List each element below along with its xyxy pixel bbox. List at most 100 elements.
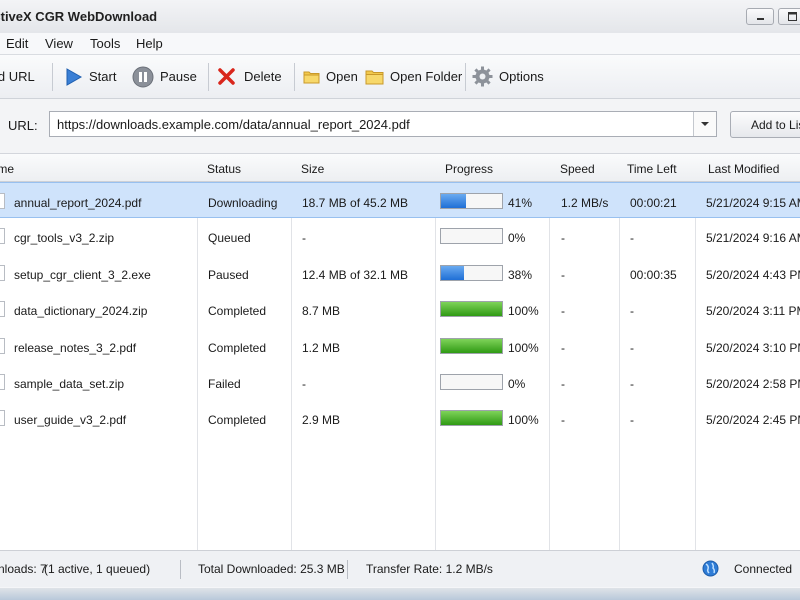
cell-size: 18.7 MB of 45.2 MB	[302, 196, 409, 210]
table-header: Name Status Size Progress Speed Time Lef…	[0, 154, 800, 182]
header-name[interactable]: Name	[0, 162, 14, 176]
header-size[interactable]: Size	[301, 162, 324, 176]
pause-button[interactable]: Pause	[132, 55, 197, 98]
open-folder-button[interactable]: Open Folder	[365, 55, 462, 98]
add-url-label: Add URL	[0, 69, 35, 84]
progress-bar	[440, 301, 503, 318]
table-row[interactable]: cgr_tools_v3_2.zip Queued - 0% - - 5/21/2024 9…	[0, 218, 800, 254]
toolbar-separator	[52, 63, 53, 91]
open-button[interactable]: Open	[303, 55, 358, 98]
window-title: ActiveX CGR WebDownload	[0, 9, 158, 24]
delete-button[interactable]: Delete	[217, 55, 282, 98]
progress-fill	[441, 302, 502, 317]
menu-view[interactable]: View	[45, 36, 73, 51]
status-total-downloaded: Total Downloaded: 25.3 MB	[198, 562, 345, 576]
cell-name: data_dictionary_2024.zip	[14, 304, 148, 319]
cell-time-left: -	[630, 377, 634, 391]
cell-speed: -	[561, 377, 565, 391]
cell-speed: -	[561, 413, 565, 428]
minimize-icon	[757, 18, 764, 20]
cell-size: 1.2 MB	[302, 340, 341, 355]
globe-icon	[702, 560, 719, 577]
menu-edit[interactable]: Edit	[6, 36, 28, 51]
table-row[interactable]: release_notes_3_2.pdf Completed 1.2 MB 100%…	[0, 328, 800, 364]
cell-time-left: -	[630, 231, 634, 246]
table-row[interactable]: annual_report_2024.pdf Downloading 18.7 MB…	[0, 182, 800, 218]
start-button[interactable]: Start	[63, 55, 116, 98]
cell-size: -	[302, 377, 306, 391]
progress-fill	[441, 338, 502, 353]
status-separator	[180, 560, 181, 579]
cell-speed: -	[561, 340, 565, 355]
cell-time-left: 00:00:35	[630, 267, 677, 282]
cell-name: user_guide_v3_2.pdf	[14, 413, 127, 428]
header-progress[interactable]: Progress	[445, 162, 493, 176]
cell-size: 8.7 MB	[302, 304, 341, 319]
table-row[interactable]: data_dictionary_2024.zip Completed 8.7 MB 1…	[0, 291, 800, 327]
cell-progress-percent: 41%	[508, 196, 533, 210]
cell-name: release_notes_3_2.pdf	[14, 340, 137, 355]
progress-bar	[440, 193, 503, 209]
progress-fill	[441, 194, 466, 208]
header-time-left[interactable]: Time Left	[627, 162, 677, 176]
file-icon	[0, 228, 5, 245]
add-to-list-button[interactable]: Add to List	[730, 111, 800, 138]
cell-name: sample_data_set.zip	[14, 377, 125, 391]
cell-progress-percent: 100%	[508, 340, 539, 355]
table-row[interactable]: user_guide_v3_2.pdf Completed 2.9 MB 100% - -…	[0, 400, 800, 436]
cell-status: Downloading	[208, 196, 278, 210]
title-bar: ActiveX CGR WebDownload	[0, 0, 800, 34]
url-label: URL:	[8, 118, 38, 133]
pause-label: Pause	[160, 69, 197, 84]
options-button[interactable]: Options	[472, 55, 544, 98]
url-combobox[interactable]	[49, 111, 717, 137]
cell-last-modified: 5/21/2024 9:16 AM	[706, 231, 800, 246]
cell-status: Completed	[208, 413, 267, 428]
status-transfer-rate: Transfer Rate: 1.2 MB/s	[366, 562, 493, 576]
cell-name: annual_report_2024.pdf	[14, 196, 142, 210]
add-url-button[interactable]: Add URL	[0, 55, 35, 98]
pause-icon	[132, 66, 154, 87]
progress-bar	[440, 264, 503, 281]
minimize-button[interactable]	[746, 8, 774, 25]
cell-status: Completed	[208, 304, 267, 319]
status-download-detail: (1 active, 1 queued)	[44, 562, 151, 576]
progress-fill	[441, 411, 502, 426]
url-input[interactable]	[50, 112, 697, 136]
open-label: Open	[326, 69, 358, 84]
file-icon	[0, 264, 5, 281]
cell-name: setup_cgr_client_3_2.exe	[14, 267, 151, 282]
cell-time-left: -	[630, 340, 634, 355]
maximize-button[interactable]	[778, 8, 800, 25]
delete-label: Delete	[244, 69, 282, 84]
cell-status: Failed	[208, 377, 241, 391]
maximize-icon	[788, 12, 797, 21]
header-last-modified[interactable]: Last Modified	[708, 162, 779, 176]
table-row[interactable]: sample_data_set.zip Failed - 0% - - 5/20/2024 …	[0, 364, 800, 400]
header-status[interactable]: Status	[207, 162, 241, 176]
menu-bar: Edit View Tools Help	[0, 33, 800, 55]
progress-fill	[441, 265, 465, 280]
header-speed[interactable]: Speed	[560, 162, 595, 176]
progress-bar	[440, 228, 503, 245]
delete-icon	[218, 68, 235, 85]
toolbar-separator	[208, 63, 209, 91]
play-icon	[66, 67, 83, 86]
menu-help[interactable]: Help	[136, 36, 163, 51]
cell-status: Queued	[208, 231, 251, 246]
cell-size: 2.9 MB	[302, 413, 341, 428]
status-connection: Connected	[734, 562, 793, 576]
cell-time-left: 00:00:21	[630, 196, 677, 210]
cell-size: -	[302, 231, 306, 246]
cell-speed: -	[561, 267, 565, 282]
cell-size: 12.4 MB of 32.1 MB	[302, 267, 409, 282]
url-dropdown-button[interactable]	[693, 112, 716, 136]
url-row: URL: Add to List	[0, 99, 800, 154]
menu-tools[interactable]: Tools	[90, 36, 120, 51]
table-row[interactable]: setup_cgr_client_3_2.exe Paused 12.4 MB of…	[0, 255, 800, 291]
file-icon	[0, 374, 5, 390]
cell-name: cgr_tools_v3_2.zip	[14, 231, 115, 246]
status-download-count: Downloads: 7	[0, 562, 47, 576]
file-icon	[0, 410, 5, 427]
cell-last-modified: 5/20/2024 3:10 PM	[706, 340, 800, 355]
